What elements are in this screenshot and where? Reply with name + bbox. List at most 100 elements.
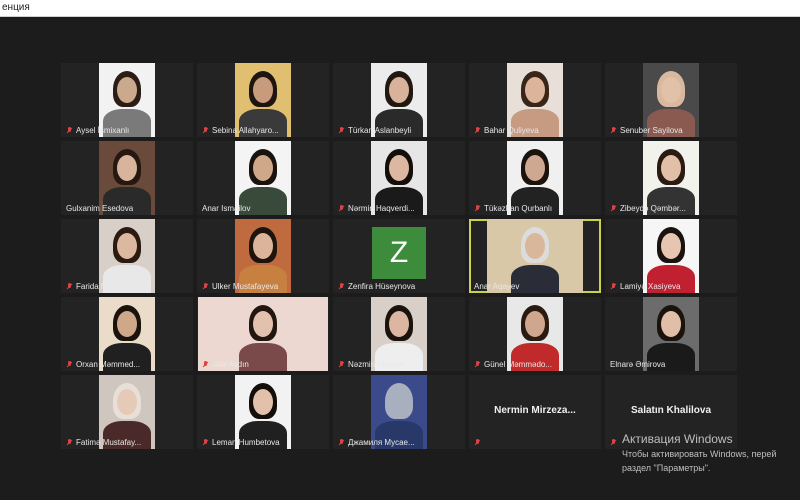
participant-name-text: Aysel İsmixanlı — [76, 126, 130, 135]
participant-name-text: Jalə Aydın — [212, 360, 249, 369]
participant-name-label: Farida Mamedova — [66, 282, 140, 291]
participant-name-label: Tükəzban Qurbanlı — [474, 204, 552, 213]
participant-tile[interactable]: Farida Mamedova — [61, 219, 193, 293]
participant-name-label: Ulker Mustafayeva — [202, 282, 278, 291]
participant-name-label: Lamiyə Xasiyeva — [610, 282, 680, 291]
participant-center-name: Salatın Khalilova — [630, 405, 712, 416]
participant-tile[interactable]: Zibeydə Qəmbər... — [605, 141, 737, 215]
participant-tile[interactable]: Jalə Aydın — [197, 297, 329, 371]
participant-name-label: Anar Ismailov — [202, 204, 250, 213]
muted-mic-icon — [474, 126, 481, 135]
muted-mic-icon — [610, 282, 617, 291]
watermark-line-2: Чтобы активировать Windows, перей — [622, 449, 777, 459]
participant-name-label: Elnarə Əmirova — [610, 360, 665, 369]
participant-name-text: Ulker Mustafayeva — [212, 282, 279, 291]
participant-initial-avatar: Z — [372, 227, 426, 279]
participant-tile[interactable]: Orxan Məmmed... — [61, 297, 193, 371]
muted-mic-icon — [202, 438, 209, 447]
participant-name-label: Türkan Aslanbeyli — [338, 126, 411, 135]
muted-mic-icon — [610, 126, 617, 135]
participant-tile[interactable]: Türkan Aslanbeyli — [333, 63, 465, 137]
participant-name-label: Gulxanim Esedova — [66, 204, 133, 213]
participant-name-text: Nərmin Haqverdi... — [348, 204, 415, 213]
participant-name-text: Elnarə Əmirova — [610, 360, 666, 369]
participant-name-label: Anar Aqayev — [474, 282, 519, 291]
participant-tile[interactable]: Aysel İsmixanlı — [61, 63, 193, 137]
participant-tile[interactable]: Anar Aqayev — [469, 219, 601, 293]
participant-name-label — [610, 439, 617, 447]
participant-name-text: Günel Məmmədo... — [484, 360, 553, 369]
participant-tile[interactable]: Джамиля Мусае... — [333, 375, 465, 449]
participant-name-text: Anar Ismailov — [202, 204, 251, 213]
muted-mic-icon — [338, 360, 345, 369]
participant-name-text: Fatimə Mustafay... — [76, 438, 142, 447]
muted-mic-icon — [66, 438, 73, 447]
participant-name-text: Zibeydə Qəmbər... — [620, 204, 686, 213]
participant-name-label: Zibeydə Qəmbər... — [610, 204, 686, 213]
muted-mic-icon — [474, 439, 481, 447]
muted-mic-icon — [66, 126, 73, 135]
participant-tile[interactable]: Elnarə Əmirova — [605, 297, 737, 371]
muted-mic-icon — [338, 126, 345, 135]
muted-mic-icon — [338, 438, 345, 447]
participant-name-text: Lamiyə Xasiyeva — [620, 282, 681, 291]
muted-mic-icon — [610, 439, 617, 447]
participant-name-text: Orxan Məmmed... — [76, 360, 141, 369]
muted-mic-icon — [338, 204, 345, 213]
participant-tile[interactable]: Nəzmin Allahver... — [333, 297, 465, 371]
participant-center-name: Nermin Mirzeza... — [494, 405, 576, 416]
muted-mic-icon — [202, 282, 209, 291]
participant-tile[interactable]: Bahar Quliyeva — [469, 63, 601, 137]
participant-name-label: Senuber Sayilova — [610, 126, 683, 135]
participant-tile[interactable]: Lamiyə Xasiyeva — [605, 219, 737, 293]
participant-name-label: Nərmin Haqverdi... — [338, 204, 415, 213]
watermark-title: Активация Windows — [622, 432, 733, 446]
window-title: енция — [2, 2, 30, 13]
participant-name-text: Farida Mamedova — [76, 282, 141, 291]
participant-name-text: Anar Aqayev — [474, 282, 520, 291]
muted-mic-icon — [202, 360, 209, 369]
muted-mic-icon — [474, 360, 481, 369]
participant-name-label: Nəzmin Allahver... — [338, 360, 412, 369]
participant-name-label — [474, 439, 481, 447]
participant-name-label: Orxan Məmmed... — [66, 360, 140, 369]
participant-tile[interactable]: Nərmin Haqverdi... — [333, 141, 465, 215]
participant-name-text: Джамиля Мусае... — [348, 438, 415, 447]
participant-tile[interactable]: Senuber Sayilova — [605, 63, 737, 137]
participant-name-label: Джамиля Мусае... — [338, 438, 415, 447]
participant-name-label: Bahar Quliyeva — [474, 126, 539, 135]
windows-activation-watermark: Активация Windows Чтобы активировать Win… — [622, 432, 776, 474]
participant-name-text: Sebina Allahyaro... — [212, 126, 279, 135]
muted-mic-icon — [202, 126, 209, 135]
participant-name-label: Jalə Aydın — [202, 360, 249, 369]
participant-tile[interactable]: Leman Humbetova — [197, 375, 329, 449]
participant-name-label: Zenfira Hüseynova — [338, 282, 415, 291]
participant-name-text: Tükəzban Qurbanlı — [484, 204, 553, 213]
participant-tile[interactable]: Sebina Allahyaro... — [197, 63, 329, 137]
participant-tile[interactable]: Ulker Mustafayeva — [197, 219, 329, 293]
muted-mic-icon — [338, 282, 345, 291]
participant-name-text: Gulxanim Esedova — [66, 204, 134, 213]
participant-name-label: Sebina Allahyaro... — [202, 126, 279, 135]
participant-name-text: Nəzmin Allahver... — [348, 360, 413, 369]
participant-name-label: Fatimə Mustafay... — [66, 438, 141, 447]
muted-mic-icon — [610, 204, 617, 213]
participant-tile[interactable]: Fatimə Mustafay... — [61, 375, 193, 449]
window-titlebar: енция — [0, 0, 800, 17]
participant-name-text: Bahar Quliyeva — [484, 126, 539, 135]
participant-name-text: Senuber Sayilova — [620, 126, 683, 135]
participant-name-text: Türkan Aslanbeyli — [348, 126, 412, 135]
participant-name-text: Zenfira Hüseynova — [348, 282, 416, 291]
watermark-line-3: раздел "Параметры". — [622, 463, 711, 473]
participant-name-label: Aysel İsmixanlı — [66, 126, 129, 135]
participant-tile[interactable]: Gulxanim Esedova — [61, 141, 193, 215]
participant-tile[interactable]: Nermin Mirzeza... — [469, 375, 601, 449]
muted-mic-icon — [66, 360, 73, 369]
participant-name-text: Leman Humbetova — [212, 438, 280, 447]
participant-tile[interactable]: Tükəzban Qurbanlı — [469, 141, 601, 215]
participant-tile[interactable]: Günel Məmmədo... — [469, 297, 601, 371]
participant-name-label: Leman Humbetova — [202, 438, 280, 447]
participant-tile[interactable]: Z Zenfira Hüseynova — [333, 219, 465, 293]
participant-name-label: Günel Məmmədo... — [474, 360, 552, 369]
participant-tile[interactable]: Anar Ismailov — [197, 141, 329, 215]
